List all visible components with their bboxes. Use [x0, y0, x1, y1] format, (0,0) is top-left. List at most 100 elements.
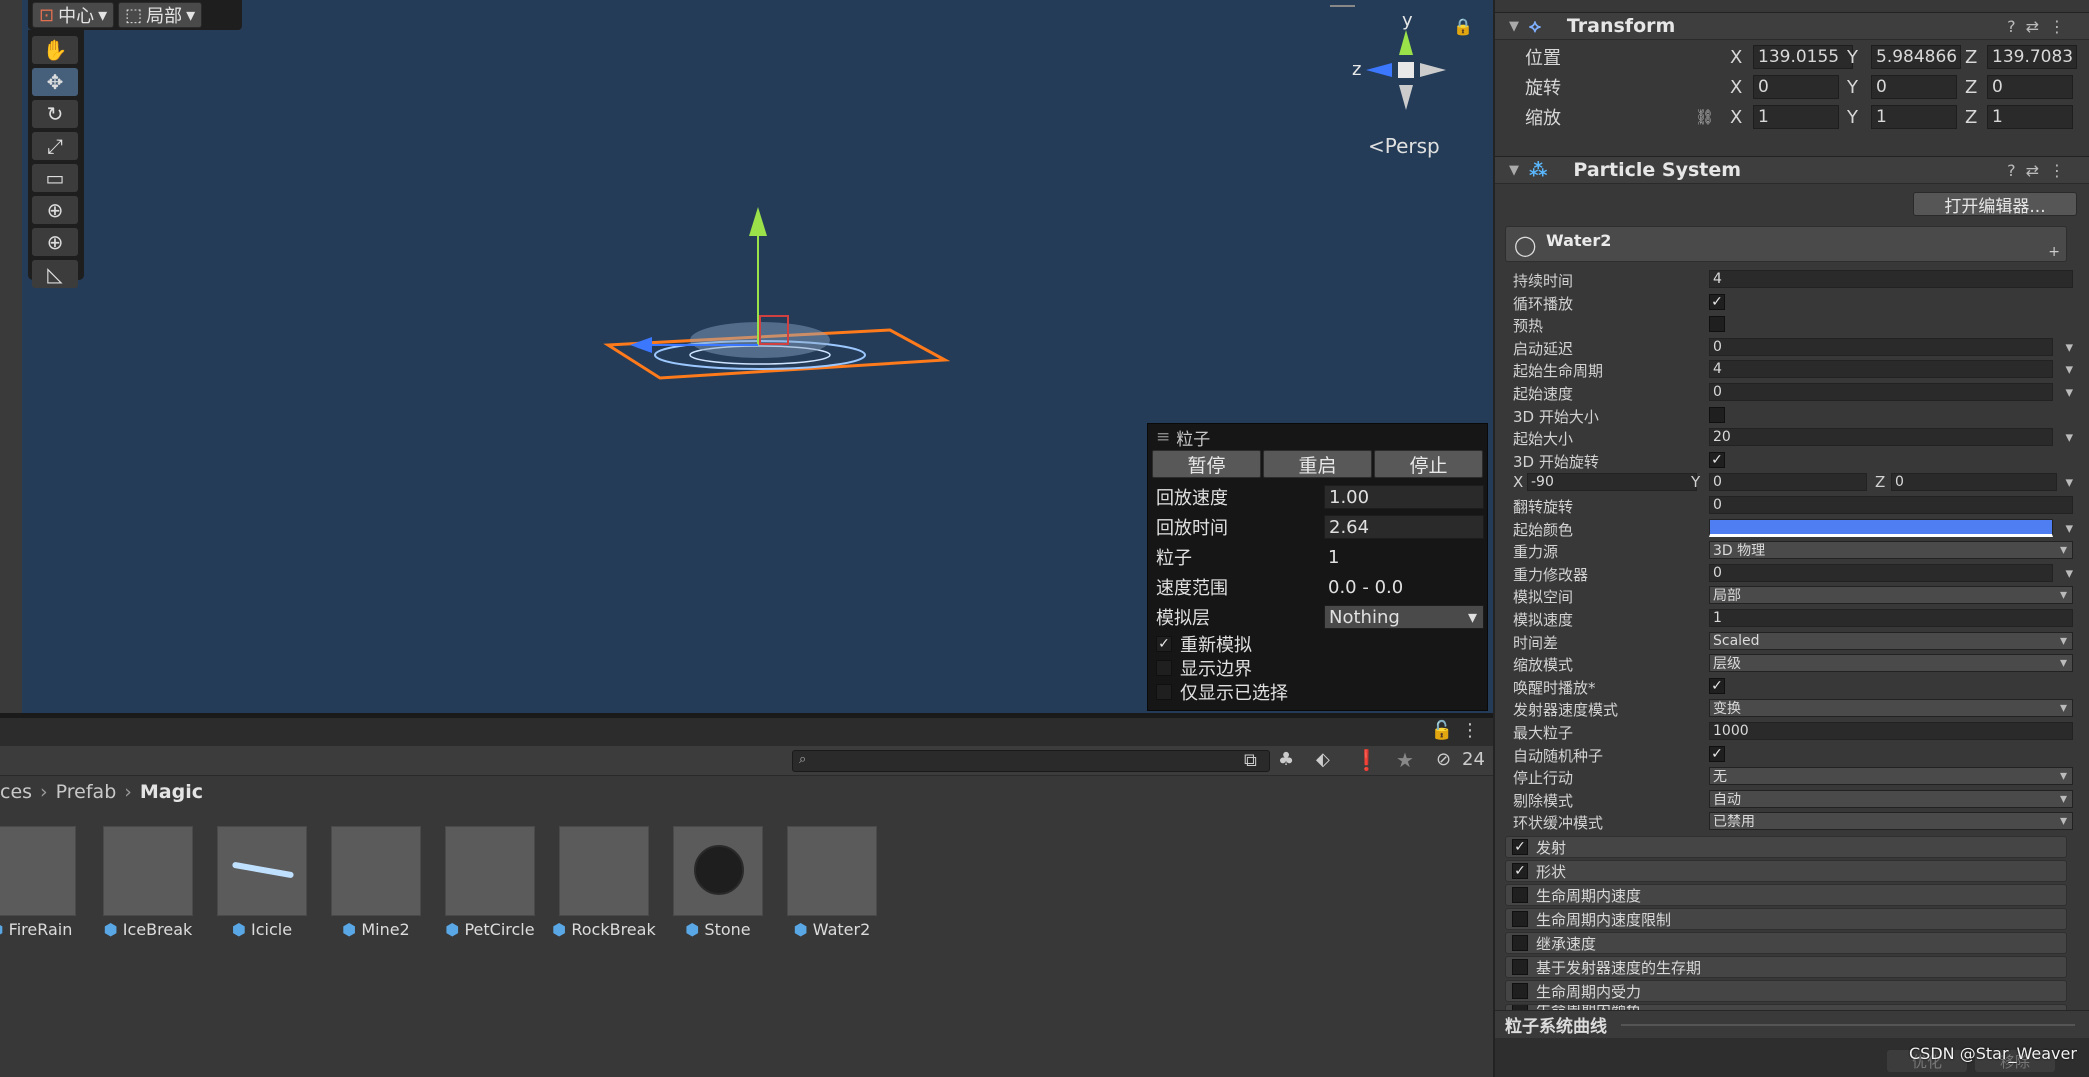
search-options-icon[interactable]: ⧉	[1244, 750, 1257, 771]
foldout-arrow-icon[interactable]: ▼	[1509, 19, 1519, 34]
rotation-y-field[interactable]: 0	[1871, 75, 1957, 99]
module-row[interactable]: ✓ 发射	[1505, 836, 2067, 858]
playback-time-field[interactable]: 2.64	[1324, 515, 1484, 539]
search-input[interactable]: ⌕	[792, 750, 1270, 772]
scale-z-field[interactable]: 1	[1987, 105, 2073, 129]
module-checkbox[interactable]	[1512, 935, 1528, 951]
ps-row-field[interactable]: 4	[1709, 270, 2073, 288]
scale-y-field[interactable]: 1	[1871, 105, 1957, 129]
ps-row-dropdown[interactable]: 自动	[1709, 789, 2073, 808]
ps-row-field[interactable]: 0	[1709, 563, 2053, 582]
ps-row-checkbox[interactable]	[1709, 406, 1725, 423]
more-options-icon[interactable]: ⋮	[1461, 720, 1479, 741]
module-checkbox[interactable]	[1512, 887, 1528, 903]
start-color-swatch[interactable]	[1709, 518, 2053, 537]
asset-item-firerain[interactable]: FireRain	[0, 826, 86, 939]
module-row[interactable]: 继承速度	[1505, 932, 2067, 954]
show-bounds-toggle[interactable]: 显示边界	[1148, 656, 1487, 680]
persp-label-button[interactable]: <Persp	[1368, 134, 1440, 158]
drag-handle-icon[interactable]: ≡	[1156, 427, 1170, 447]
transform-header[interactable]: ▼ ⟡ Transform ?⇄⋮	[1495, 12, 2089, 40]
curve-mode-dropdown-icon[interactable]: ▾	[2065, 338, 2073, 356]
ps-row-field[interactable]: 1	[1709, 609, 2073, 627]
curve-mode-dropdown-icon[interactable]: ▾	[2065, 428, 2073, 446]
ps-row-field[interactable]: 4	[1709, 360, 2053, 379]
asset-item-rockbreak[interactable]: RockBreak	[549, 826, 659, 939]
ps-row-field[interactable]: 0	[1709, 383, 2053, 401]
curve-mode-dropdown-icon[interactable]: ▾	[2065, 383, 2073, 401]
scale-x-field[interactable]: 1	[1753, 105, 1839, 129]
resimulate-toggle[interactable]: ✓ 重新模拟	[1148, 632, 1487, 656]
asset-item-icebreak[interactable]: IceBreak	[93, 826, 203, 939]
ps-row-checkbox[interactable]: ✓	[1709, 745, 1725, 762]
ps-row-dropdown[interactable]: 层级	[1709, 654, 2073, 673]
ps-row-checkbox[interactable]: ✓	[1709, 293, 1725, 310]
favorite-star-icon[interactable]: ★	[1396, 748, 1414, 772]
show-selected-only-checkbox[interactable]	[1156, 684, 1172, 700]
foldout-arrow-icon[interactable]: ▼	[1509, 163, 1519, 178]
component-header-icons[interactable]: ?⇄⋮	[2007, 17, 2075, 36]
sim-layer-dropdown[interactable]: Nothing ▾	[1324, 605, 1484, 629]
module-row[interactable]: 生命周期内速度限制	[1505, 908, 2067, 930]
ps-row-field[interactable]: 20	[1709, 428, 2053, 447]
hidden-packages-icon[interactable]: ⊘	[1436, 749, 1451, 770]
particle-system-header[interactable]: ▼ ⁂ Particle System ?⇄⋮	[1495, 156, 2089, 184]
position-y-field[interactable]: 5.984866	[1871, 45, 1961, 69]
module-checkbox[interactable]	[1512, 959, 1528, 975]
position-x-field[interactable]: 139.0155	[1753, 45, 1853, 69]
asset-item-stone[interactable]: Stone	[663, 826, 773, 939]
asset-item-water2[interactable]: Water2	[777, 826, 887, 939]
filter-type-icon[interactable]: ♣	[1278, 749, 1294, 770]
asset-item-icicle[interactable]: Icicle	[207, 826, 317, 939]
breadcrumb-item-resources[interactable]: ces	[0, 781, 32, 803]
constrain-proportions-icon[interactable]: ⛓	[1695, 108, 1714, 126]
asset-item-petcircle[interactable]: PetCircle	[435, 826, 545, 939]
stop-button[interactable]: 停止	[1374, 450, 1483, 478]
ps-row-dropdown[interactable]: 3D 物理	[1709, 541, 2073, 560]
start-rotation-x-field[interactable]: -90	[1527, 473, 1697, 492]
curve-mode-dropdown-icon[interactable]: ▾	[2065, 564, 2073, 582]
playback-speed-field[interactable]: 1.00	[1324, 485, 1484, 509]
ps-row-checkbox[interactable]: ✓	[1709, 677, 1725, 694]
start-rotation-z-field[interactable]: 0	[1891, 473, 2057, 492]
color-mode-dropdown-icon[interactable]: ▾	[2065, 519, 2073, 537]
module-checkbox[interactable]: ✓	[1512, 863, 1528, 879]
breadcrumb-item-prefab[interactable]: Prefab	[56, 781, 117, 803]
system-name-header[interactable]: ◯ Water2 +	[1505, 226, 2067, 262]
rotation-x-field[interactable]: 0	[1753, 75, 1839, 99]
unlock-icon[interactable]: 🔓	[1431, 720, 1453, 741]
start-rotation-y-field[interactable]: 0	[1709, 473, 1867, 492]
ps-row-field[interactable]: 0	[1709, 496, 2073, 514]
ps-row-dropdown[interactable]: 已禁用	[1709, 812, 2073, 831]
rotation-z-field[interactable]: 0	[1987, 75, 2073, 99]
module-row[interactable]: 生命周期内受力	[1505, 980, 2067, 1002]
show-bounds-checkbox[interactable]	[1156, 660, 1172, 676]
scene-view[interactable]: ⊡ 中心 ▾ ⬚ 局部 ▾ ✋ ✥ ↻ ⤢ ▭ ⊕ ⊕ ◺ y z 🔒 <Per…	[0, 0, 1493, 713]
pause-button[interactable]: 暂停	[1152, 450, 1261, 478]
add-module-icon[interactable]: +	[2048, 244, 2060, 260]
resimulate-checkbox[interactable]: ✓	[1156, 636, 1172, 652]
label-tag-icon[interactable]: ⬖	[1316, 749, 1330, 770]
module-checkbox[interactable]	[1512, 983, 1528, 999]
ps-row-checkbox[interactable]: ✓	[1709, 451, 1725, 468]
ps-row-dropdown[interactable]: 无	[1709, 767, 2073, 786]
asset-item-mine2[interactable]: Mine2	[321, 826, 431, 939]
ps-row-field[interactable]: 1000	[1709, 722, 2073, 740]
curve-mode-dropdown-icon[interactable]: ▾	[2065, 360, 2073, 378]
module-checkbox[interactable]: ✓	[1512, 839, 1528, 855]
ps-row-checkbox[interactable]	[1709, 316, 1725, 333]
ps-row-dropdown[interactable]: 局部	[1709, 586, 2073, 605]
breadcrumb-item-magic[interactable]: Magic	[140, 781, 203, 803]
show-selected-only-toggle[interactable]: 仅显示已选择	[1148, 680, 1487, 704]
particle-curves-header[interactable]: 粒子系统曲线	[1495, 1010, 2089, 1038]
ps-row-dropdown[interactable]: 变换	[1709, 699, 2073, 718]
warning-icon[interactable]: ❗	[1354, 748, 1379, 772]
position-z-field[interactable]: 139.7083	[1987, 45, 2077, 69]
curve-mode-dropdown-icon[interactable]: ▾	[2065, 473, 2073, 491]
ps-row-field[interactable]: 0	[1709, 337, 2053, 356]
module-row[interactable]: 生命周期内速度	[1505, 884, 2067, 906]
component-header-icons[interactable]: ?⇄⋮	[2007, 161, 2075, 180]
ps-row-dropdown[interactable]: Scaled	[1709, 631, 2073, 650]
module-row[interactable]: 基于发射器速度的生存期	[1505, 956, 2067, 978]
restart-button[interactable]: 重启	[1263, 450, 1372, 478]
